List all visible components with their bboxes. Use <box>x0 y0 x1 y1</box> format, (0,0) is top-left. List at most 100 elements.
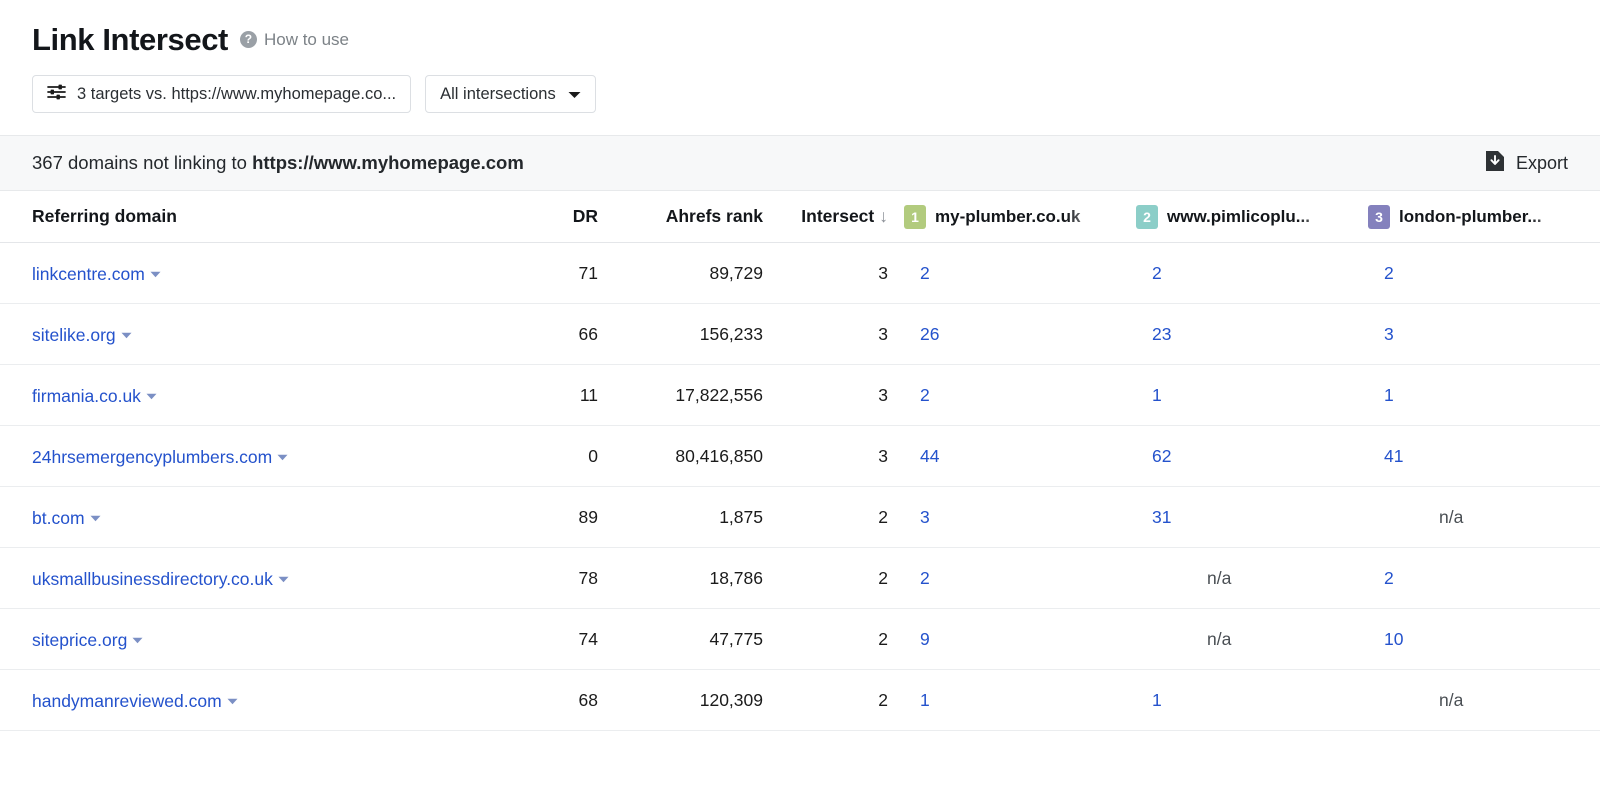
targets-filter-label: 3 targets vs. https://www.myhomepage.co.… <box>77 84 397 103</box>
cell-ahrefs-rank: 89,729 <box>709 262 763 283</box>
cell-intersect: 2 <box>878 506 888 527</box>
cell-ahrefs-rank: 156,233 <box>699 323 763 344</box>
referring-domain-link[interactable]: firmania.co.uk <box>32 386 141 406</box>
cell-dr: 0 <box>588 445 598 466</box>
domains-count-text: 367 domains not linking to https://www.m… <box>32 152 524 174</box>
cell-referring-domain: firmania.co.uk <box>32 384 502 407</box>
target-backlinks-link[interactable]: 23 <box>1152 324 1171 344</box>
target-name-2: www.pimlicoplu... <box>1167 206 1310 226</box>
cell-target-2: 62 <box>1120 446 1352 467</box>
cell-target-1: 1 <box>888 690 1120 711</box>
column-header-target-1[interactable]: 1 my-plumber.co.uk <box>888 204 1120 229</box>
intersections-select[interactable]: All intersections <box>425 75 596 113</box>
question-mark-icon: ? <box>239 31 257 48</box>
column-header-intersect-label: Intersect <box>801 206 875 226</box>
cell-intersect: 2 <box>878 689 888 710</box>
export-label: Export <box>1515 152 1568 173</box>
target-backlinks-link[interactable]: 2 <box>1384 568 1394 588</box>
domain-menu-caret-icon[interactable] <box>132 628 143 649</box>
cell-target-1: 3 <box>888 507 1120 528</box>
targets-filter-button[interactable]: 3 targets vs. https://www.myhomepage.co.… <box>32 75 412 113</box>
column-header-dr[interactable]: DR <box>502 206 598 227</box>
domain-menu-caret-icon[interactable] <box>90 506 101 527</box>
cell-target-1: 2 <box>888 568 1120 589</box>
not-available-value: n/a <box>1207 628 1232 649</box>
intersections-label: All intersections <box>440 84 556 103</box>
cell-intersect: 2 <box>878 567 888 588</box>
target-backlinks-link[interactable]: 1 <box>1152 385 1162 405</box>
column-header-intersect[interactable]: Intersect ↓ <box>763 206 888 227</box>
target-backlinks-link[interactable]: 2 <box>1152 263 1162 283</box>
domain-menu-caret-icon[interactable] <box>146 384 157 405</box>
sort-descending-icon: ↓ <box>879 206 888 226</box>
cell-referring-domain: handymanreviewed.com <box>32 689 502 712</box>
cell-target-3: 1 <box>1352 385 1584 406</box>
target-backlinks-link[interactable]: 2 <box>1384 263 1394 283</box>
referring-domain-link[interactable]: uksmallbusinessdirectory.co.uk <box>32 569 273 589</box>
table-row: 24hrsemergencyplumbers.com 0 80,416,850 3 44… <box>0 426 1600 487</box>
referring-domain-link[interactable]: siteprice.org <box>32 630 127 650</box>
cell-dr: 11 <box>579 384 598 405</box>
target-backlinks-link[interactable]: 2 <box>920 568 930 588</box>
column-header-target-2[interactable]: 2 www.pimlicoplu... <box>1120 204 1352 229</box>
cell-referring-domain: sitelike.org <box>32 323 502 346</box>
target-backlinks-link[interactable]: 1 <box>1384 385 1394 405</box>
cell-target-3: 3 <box>1352 324 1584 345</box>
target-badge-2: 2 <box>1136 204 1158 229</box>
table-row: firmania.co.uk 11 17,822,556 3 2 1 1 <box>0 365 1600 426</box>
cell-target-1: 2 <box>888 385 1120 406</box>
cell-dr: 89 <box>578 506 598 527</box>
column-header-target-3[interactable]: 3 london-plumber... <box>1352 204 1584 229</box>
target-backlinks-link[interactable]: 62 <box>1152 446 1171 466</box>
target-backlinks-link[interactable]: 2 <box>920 385 930 405</box>
target-backlinks-link[interactable]: 2 <box>920 263 930 283</box>
cell-target-2: n/a <box>1120 568 1352 589</box>
cell-ahrefs-rank: 47,775 <box>709 628 763 649</box>
column-header-referring-domain[interactable]: Referring domain <box>32 206 502 227</box>
referring-domain-link[interactable]: handymanreviewed.com <box>32 691 222 711</box>
how-to-use-link[interactable]: ? How to use <box>239 29 350 50</box>
results-summary-bar: 367 domains not linking to https://www.m… <box>0 135 1600 191</box>
target-backlinks-link[interactable]: 3 <box>1384 324 1394 344</box>
domain-menu-caret-icon[interactable] <box>227 689 238 710</box>
cell-target-1: 26 <box>888 324 1120 345</box>
target-backlinks-link[interactable]: 31 <box>1152 507 1171 527</box>
not-available-value: n/a <box>1439 689 1464 710</box>
domain-menu-caret-icon[interactable] <box>278 567 289 588</box>
cell-target-2: 1 <box>1120 690 1352 711</box>
domain-menu-caret-icon[interactable] <box>150 262 161 283</box>
domain-menu-caret-icon[interactable] <box>121 323 132 344</box>
target-backlinks-link[interactable]: 41 <box>1384 446 1403 466</box>
download-file-icon <box>1485 150 1505 177</box>
cell-target-1: 2 <box>888 263 1120 284</box>
cell-referring-domain: uksmallbusinessdirectory.co.uk <box>32 567 502 590</box>
cell-target-1: 9 <box>888 629 1120 650</box>
target-backlinks-link[interactable]: 44 <box>920 446 939 466</box>
referring-domain-link[interactable]: linkcentre.com <box>32 264 145 284</box>
target-backlinks-link[interactable]: 26 <box>920 324 939 344</box>
target-backlinks-link[interactable]: 9 <box>920 629 930 649</box>
cell-referring-domain: 24hrsemergencyplumbers.com <box>32 445 502 468</box>
how-to-use-label: How to use <box>263 29 350 49</box>
column-header-ahrefs-rank[interactable]: Ahrefs rank <box>598 206 763 227</box>
table-row: linkcentre.com 71 89,729 3 2 2 2 <box>0 243 1600 304</box>
cell-intersect: 3 <box>878 445 888 466</box>
referring-domain-link[interactable]: 24hrsemergencyplumbers.com <box>32 447 272 467</box>
referring-domain-link[interactable]: sitelike.org <box>32 325 116 345</box>
page-header: Link Intersect ? How to use <box>0 0 1600 55</box>
referring-domain-link[interactable]: bt.com <box>32 508 85 528</box>
table-row: handymanreviewed.com 68 120,309 2 1 1 n/a <box>0 670 1600 731</box>
tune-sliders-icon <box>47 84 66 105</box>
cell-intersect: 3 <box>878 384 888 405</box>
target-backlinks-link[interactable]: 1 <box>1152 690 1162 710</box>
target-backlinks-link[interactable]: 3 <box>920 507 930 527</box>
domain-menu-caret-icon[interactable] <box>277 445 288 466</box>
export-button[interactable]: Export <box>1485 150 1568 177</box>
target-backlinks-link[interactable]: 1 <box>920 690 930 710</box>
target-backlinks-link[interactable]: 10 <box>1384 629 1403 649</box>
cell-referring-domain: linkcentre.com <box>32 262 502 285</box>
cell-dr: 71 <box>578 262 598 283</box>
target-name-1: my-plumber.co.uk <box>935 206 1081 226</box>
control-bar: 3 targets vs. https://www.myhomepage.co.… <box>0 55 1600 135</box>
cell-intersect: 2 <box>878 628 888 649</box>
